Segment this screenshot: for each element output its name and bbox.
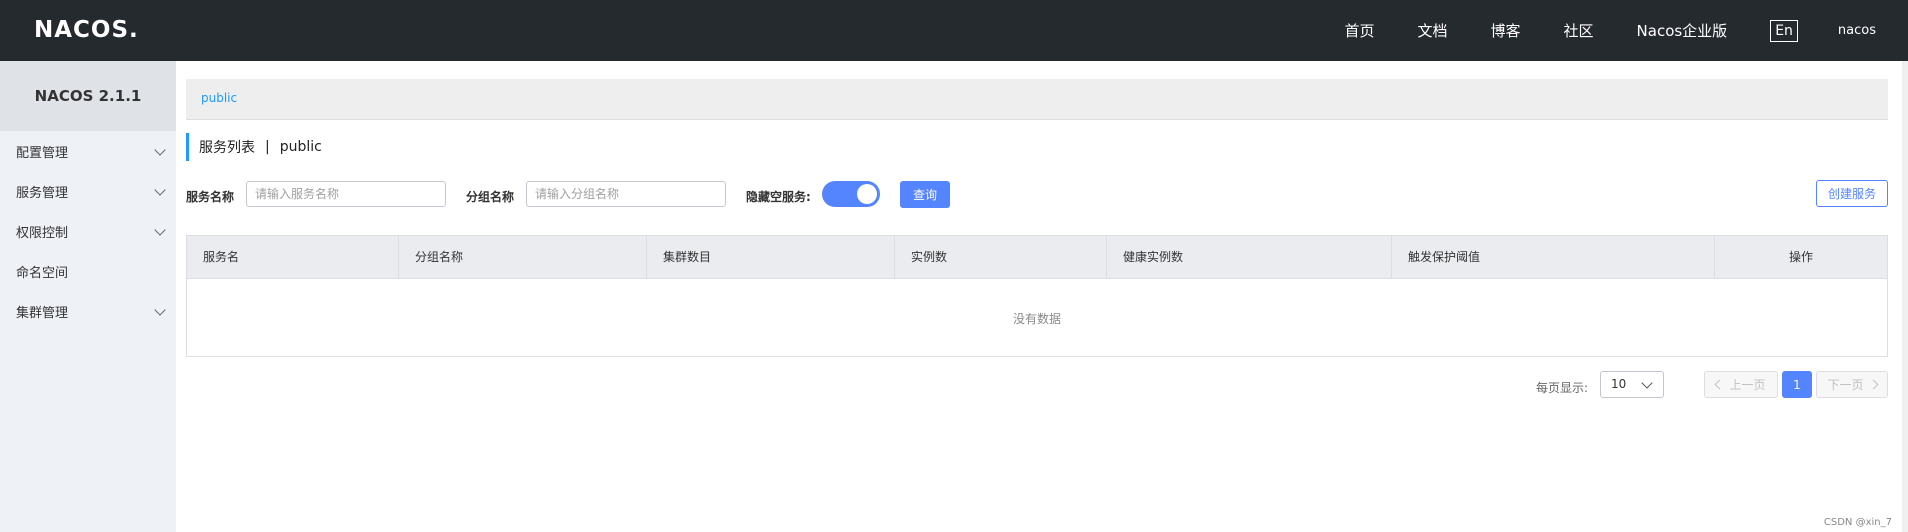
chevron-left-icon xyxy=(1715,379,1725,390)
chevron-down-icon xyxy=(154,144,166,156)
nav-docs[interactable]: 文档 xyxy=(1417,20,1447,41)
sidebar-item-namespace[interactable]: 命名空间 xyxy=(0,251,176,291)
group-name-label: 分组名称 xyxy=(466,190,515,204)
sidebar-item-label: 权限控制 xyxy=(16,225,69,241)
table-empty-text: 没有数据 xyxy=(187,278,1887,357)
next-page-button[interactable]: 下一页 xyxy=(1816,371,1888,398)
per-page-label: 每页显示: xyxy=(1536,381,1589,395)
per-page-value: 10 xyxy=(1611,377,1627,391)
toggle-knob xyxy=(857,184,877,204)
sidebar-item-label: 配置管理 xyxy=(16,145,69,161)
page-scrollbar[interactable] xyxy=(1902,61,1908,532)
chevron-down-icon xyxy=(154,304,166,316)
top-nav: 首页 文档 博客 社区 Nacos企业版 En nacos xyxy=(1344,0,1908,61)
create-service-button[interactable]: 创建服务 xyxy=(1816,180,1888,207)
prev-page-label: 上一页 xyxy=(1729,378,1766,392)
nav-blog[interactable]: 博客 xyxy=(1491,20,1521,41)
title-separator: | xyxy=(265,139,270,155)
prev-page-button[interactable]: 上一页 xyxy=(1704,371,1778,398)
column-header-instance-count[interactable]: 实例数 xyxy=(895,236,1107,278)
language-toggle[interactable]: En xyxy=(1770,19,1798,42)
chevron-down-icon xyxy=(1641,377,1653,389)
nacos-logo[interactable]: NACOS. xyxy=(34,15,139,45)
column-header-service-name[interactable]: 服务名 xyxy=(187,236,399,278)
watermark: CSDN @xin_7 xyxy=(1823,517,1892,528)
logo-text: NACOS. xyxy=(34,17,139,43)
query-button[interactable]: 查询 xyxy=(900,181,950,208)
chevron-down-icon xyxy=(154,224,166,236)
page-title-text: 服务列表 xyxy=(199,140,255,156)
main-content: public 服务列表 | public 服务名称 分组名称 隐藏空服务: 查询… xyxy=(176,61,1908,532)
nav-home[interactable]: 首页 xyxy=(1344,20,1374,41)
sidebar-item-label: 集群管理 xyxy=(16,305,69,321)
sidebar-item-cluster-management[interactable]: 集群管理 xyxy=(0,291,176,331)
namespace-bar: public xyxy=(186,79,1888,120)
service-table: 服务名 分组名称 集群数目 实例数 健康实例数 触发保护阈值 操作 没有数据 xyxy=(186,235,1888,357)
page-title: 服务列表 | public xyxy=(186,133,322,161)
service-name-input[interactable] xyxy=(246,181,446,207)
sidebar-item-service-management[interactable]: 服务管理 xyxy=(0,171,176,211)
group-name-input[interactable] xyxy=(526,181,726,207)
column-header-group-name[interactable]: 分组名称 xyxy=(399,236,647,278)
sidebar-item-config-management[interactable]: 配置管理 xyxy=(0,131,176,171)
sidebar-item-label: 命名空间 xyxy=(16,265,69,281)
column-header-healthy-instance-count[interactable]: 健康实例数 xyxy=(1107,236,1392,278)
chevron-right-icon xyxy=(1868,379,1878,390)
sidebar: NACOS 2.1.1 配置管理 服务管理 权限控制 命名空间 集群管理 xyxy=(0,61,176,532)
per-page-select[interactable]: 10 xyxy=(1600,371,1664,398)
nav-enterprise[interactable]: Nacos企业版 xyxy=(1637,20,1728,41)
next-page-label: 下一页 xyxy=(1827,378,1864,392)
sidebar-item-access-control[interactable]: 权限控制 xyxy=(0,211,176,251)
chevron-down-icon xyxy=(154,184,166,196)
hide-empty-toggle[interactable] xyxy=(822,181,880,207)
column-header-cluster-count[interactable]: 集群数目 xyxy=(647,236,895,278)
nav-community[interactable]: 社区 xyxy=(1564,20,1594,41)
top-header: NACOS. 首页 文档 博客 社区 Nacos企业版 En nacos xyxy=(0,0,1908,61)
column-header-protect-threshold[interactable]: 触发保护阈值 xyxy=(1392,236,1715,278)
page-number-button[interactable]: 1 xyxy=(1782,371,1812,398)
sidebar-version: NACOS 2.1.1 xyxy=(0,61,176,131)
user-menu[interactable]: nacos xyxy=(1838,23,1876,38)
table-header: 服务名 分组名称 集群数目 实例数 健康实例数 触发保护阈值 操作 xyxy=(187,236,1887,278)
hide-empty-label: 隐藏空服务: xyxy=(746,190,811,204)
column-header-actions: 操作 xyxy=(1788,250,1813,264)
namespace-public-link[interactable]: public xyxy=(201,91,237,105)
sidebar-item-label: 服务管理 xyxy=(16,185,69,201)
service-name-label: 服务名称 xyxy=(186,190,235,204)
page-title-namespace: public xyxy=(279,139,322,155)
